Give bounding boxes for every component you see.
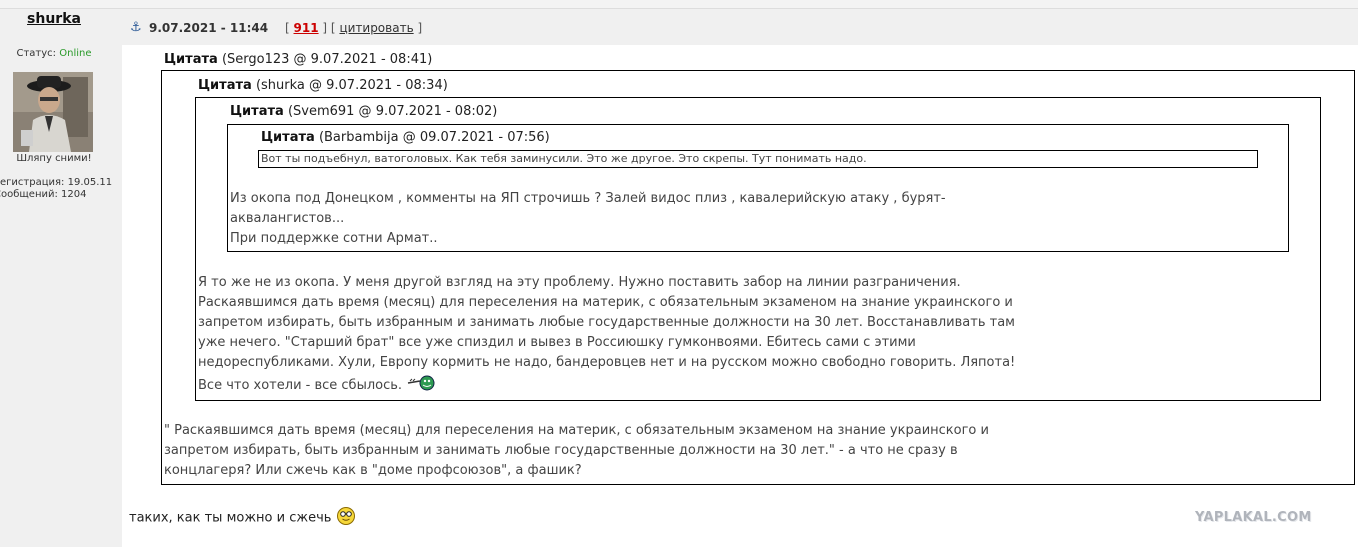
post-count: Сообщений: 1204 xyxy=(0,189,87,200)
post-header-links: [ 911 ] [ цитировать ] xyxy=(285,21,422,35)
quote-2-body: Я то же не из окопа. У меня другой взгля… xyxy=(198,273,1015,393)
text-line: недореспубликами. Хули, Европу кормить н… xyxy=(198,355,1016,370)
quote-1-body: " Раскаявшимся дать время (месяц) для пе… xyxy=(164,421,989,481)
text-line: аквалангистов... xyxy=(230,211,345,226)
quote-label: Цитата xyxy=(230,104,284,119)
quote-author: (shurka @ 9.07.2021 - 08:34) xyxy=(255,78,448,93)
quote-link[interactable]: цитировать xyxy=(339,21,413,35)
text-line: Из окопа под Донецком , комменты на ЯП с… xyxy=(230,191,946,206)
bracket-open: [ xyxy=(285,21,290,35)
text-line: При поддержке сотни Армат.. xyxy=(230,231,438,246)
quote-label: Цитата xyxy=(164,52,218,67)
top-bar xyxy=(0,0,1358,9)
user-status: Статус: Online xyxy=(0,48,108,59)
bracket-open: [ xyxy=(330,21,336,35)
ghost-smiley-icon xyxy=(406,373,436,398)
bracket-close: ] xyxy=(322,21,328,35)
reply-text: таких, как ты можно и сжечь xyxy=(129,510,332,526)
quote-author: (Svem691 @ 9.07.2021 - 08:02) xyxy=(287,104,498,119)
text-line: Все что хотели - все сбылось. xyxy=(198,378,403,393)
quote-label: Цитата xyxy=(198,78,252,93)
post-number-link[interactable]: 911 xyxy=(294,21,319,35)
username-link[interactable]: shurka xyxy=(0,11,108,27)
text-line: концлагеря? Или сжечь как в "доме профсо… xyxy=(164,463,582,478)
quote-header-3: Цитата (Svem691 @ 9.07.2021 - 08:02) xyxy=(230,104,497,119)
text-line: Я то же не из окопа. У меня другой взгля… xyxy=(198,275,961,290)
quote-author: (Barbambija @ 09.07.2021 - 07:56) xyxy=(318,130,550,145)
text-line: Раскаявшимся дать время (месяц) для пере… xyxy=(198,295,1013,310)
quote-header-2: Цитата (shurka @ 9.07.2021 - 08:34) xyxy=(198,78,448,93)
quote-label: Цитата xyxy=(261,130,315,145)
bracket-close: ] xyxy=(417,21,423,35)
status-label: Статус: xyxy=(16,48,57,59)
user-avatar[interactable] xyxy=(13,72,93,152)
anchor-icon[interactable]: ⚓ xyxy=(130,20,142,35)
status-online: Online xyxy=(59,48,92,59)
avatar-image xyxy=(13,72,93,152)
user-signature: Шляпу сними! xyxy=(16,153,92,164)
quote-header-1: Цитата (Sergo123 @ 9.07.2021 - 08:41) xyxy=(164,52,432,67)
text-line: запретом избирать, быть избранным и зани… xyxy=(164,443,958,458)
glasses-smiley-icon xyxy=(336,506,356,530)
quote-header-4: Цитата (Barbambija @ 09.07.2021 - 07:56) xyxy=(261,130,550,145)
text-line: уже нечего. "Старший брат" все уже спизд… xyxy=(198,335,916,350)
text-line: запретом избирать, быть избранным и зани… xyxy=(198,315,1015,330)
site-watermark: YAPLAKAL.COM xyxy=(1195,510,1312,525)
text-line-last: Все что хотели - все сбылось. xyxy=(198,373,1015,393)
quote-4-text: Вот ты подъебнул, ватоголовых. Как тебя … xyxy=(261,152,867,165)
quote-3-body: Из окопа под Донецком , комменты на ЯП с… xyxy=(230,189,946,249)
registration-date: Регистрация: 19.05.11 xyxy=(0,177,113,188)
text-line: " Раскаявшимся дать время (месяц) для пе… xyxy=(164,423,989,438)
post-date: 9.07.2021 - 11:44 xyxy=(149,21,269,35)
quote-author: (Sergo123 @ 9.07.2021 - 08:41) xyxy=(221,52,433,67)
reply-text-line: таких, как ты можно и сжечь xyxy=(129,506,356,530)
